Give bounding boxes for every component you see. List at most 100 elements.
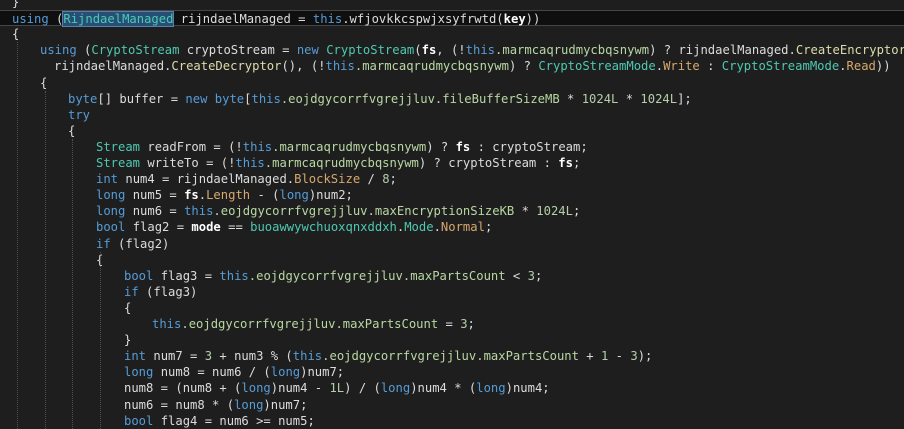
code-token: * bbox=[514, 204, 537, 219]
code-token: if bbox=[96, 236, 111, 251]
code-line[interactable]: int num7 = 3 + num3 % (this.eojdgycorrfv… bbox=[0, 348, 904, 364]
code-token: : cryptoStream; bbox=[470, 139, 588, 154]
code-token: num6 = num8 * ( bbox=[124, 397, 235, 412]
code-line[interactable]: if (flag2) bbox=[0, 236, 904, 252]
code-line[interactable]: bool flag2 = mode == buoawwywchuoxqnxddx… bbox=[0, 219, 904, 235]
indent-guide bbox=[72, 138, 73, 429]
code-line[interactable]: int num4 = rijndaelManaged.BlockSize / 8… bbox=[0, 171, 904, 187]
code-token: Mode bbox=[404, 220, 434, 235]
code-token: ; bbox=[389, 172, 397, 187]
code-token: fs bbox=[184, 188, 199, 203]
code-token: num6 = bbox=[125, 204, 185, 219]
code-token: . bbox=[198, 188, 207, 203]
code-token: Read bbox=[846, 59, 876, 74]
code-token: Write bbox=[663, 59, 700, 74]
code-token: fs bbox=[455, 139, 471, 154]
code-token: 3 bbox=[527, 268, 535, 283]
code-token: Stream bbox=[96, 156, 141, 170]
code-token: fs bbox=[558, 156, 573, 170]
code-token: rijndaelManaged. bbox=[54, 59, 172, 74]
code-line[interactable]: num8 = (num8 + (long)num4 - 1L) / (long)… bbox=[0, 380, 904, 396]
code-token: - ( bbox=[250, 188, 280, 203]
code-token: fs bbox=[421, 43, 437, 58]
code-token: == bbox=[220, 220, 251, 235]
code-token: < bbox=[505, 268, 528, 283]
code-token: long bbox=[380, 381, 411, 396]
code-editor[interactable]: } using (RijndaelManaged rijndaelManaged … bbox=[0, 0, 904, 429]
code-token: = bbox=[438, 317, 461, 331]
code-line[interactable]: Stream readFrom = (!this.marmcaqrudmycbq… bbox=[0, 139, 904, 155]
code-line[interactable]: num6 = num8 * (long)num7; bbox=[0, 397, 904, 413]
code-token: this bbox=[292, 349, 323, 364]
code-token: int bbox=[124, 349, 147, 364]
code-token: { bbox=[124, 300, 132, 315]
code-line[interactable]: this.eojdgycorrfvgrejjluv.maxPartsCount … bbox=[0, 316, 904, 332]
code-token: long bbox=[241, 381, 271, 396]
code-line[interactable]: bool flag4 = num6 >= num5; bbox=[0, 413, 904, 429]
code-line[interactable]: using (CryptoStream cryptoStream = new C… bbox=[0, 42, 904, 58]
code-token: )) bbox=[525, 12, 541, 27]
code-token: long bbox=[270, 365, 301, 380]
code-line[interactable]: } bbox=[0, 0, 904, 10]
code-token: 3 bbox=[630, 349, 638, 364]
code-token: this bbox=[152, 317, 182, 331]
code-token: .marmcaqrudmycbqsnywm bbox=[495, 43, 650, 58]
code-token: { bbox=[68, 123, 76, 138]
code-line[interactable]: { bbox=[0, 26, 904, 42]
code-token: num8 = (num8 + ( bbox=[124, 381, 242, 396]
code-token: )num4 * ( bbox=[410, 381, 477, 396]
code-token: .wfjovkkcspwjxsyfrwtd( bbox=[342, 12, 504, 27]
code-line[interactable]: long num6 = this.eojdgycorrfvgrejjluv.ma… bbox=[0, 203, 904, 219]
code-line[interactable]: { bbox=[0, 252, 904, 268]
code-token: long bbox=[234, 397, 264, 412]
code-token: .marmcaqrudmycbqsnywm bbox=[264, 156, 419, 170]
code-token: bool bbox=[124, 413, 154, 428]
code-line[interactable]: long num5 = fs.Length - (long)num2; bbox=[0, 187, 904, 203]
code-token: if bbox=[124, 284, 139, 299]
code-line[interactable]: { bbox=[0, 75, 904, 91]
code-line[interactable]: Stream writeTo = (!this.marmcaqrudmycbqs… bbox=[0, 155, 904, 171]
code-token: ); bbox=[637, 349, 653, 364]
code-token: using bbox=[40, 43, 85, 58]
code-token: ) ? bbox=[426, 139, 456, 154]
code-token: this bbox=[325, 59, 355, 74]
code-token: flag4 = num6 >= num5; bbox=[153, 413, 315, 428]
code-token: / bbox=[360, 172, 383, 187]
code-token: 1024L bbox=[536, 204, 573, 219]
code-token: * bbox=[618, 91, 641, 106]
code-token: bool bbox=[96, 220, 126, 235]
code-token: CreateEncryptor bbox=[795, 43, 904, 58]
code-token: byte bbox=[214, 91, 245, 106]
code-line[interactable]: } bbox=[0, 332, 904, 348]
code-token: .eojdgycorrfvgrejjluv. bbox=[248, 268, 411, 283]
indent-guide bbox=[17, 42, 18, 429]
code-line[interactable]: try bbox=[0, 107, 904, 123]
code-line[interactable]: rijndaelManaged.CreateDecryptor(), (!thi… bbox=[0, 58, 904, 74]
code-token: this bbox=[184, 204, 214, 219]
code-line[interactable]: using (RijndaelManaged rijndaelManaged =… bbox=[0, 10, 904, 28]
code-line[interactable]: long num8 = num6 / (long)num7; bbox=[0, 364, 904, 380]
code-token: Normal bbox=[440, 220, 485, 235]
code-token: try bbox=[68, 107, 91, 122]
code-token: writeTo = (! bbox=[140, 156, 236, 170]
code-token: ) ? cryptoStream : bbox=[418, 156, 559, 170]
code-line[interactable]: bool flag3 = this.eojdgycorrfvgrejjluv.m… bbox=[0, 268, 904, 284]
code-token: maxPartsCount bbox=[410, 268, 506, 283]
code-line[interactable]: { bbox=[0, 300, 904, 316]
code-token: this bbox=[219, 268, 249, 283]
code-token: * bbox=[559, 91, 582, 106]
code-token: int bbox=[96, 172, 119, 187]
code-token: cryptoStream = bbox=[179, 43, 297, 58]
code-token: .marmcaqrudmycbqsnywm bbox=[272, 139, 427, 154]
code-token: + bbox=[578, 349, 601, 364]
code-token: this bbox=[312, 12, 343, 27]
code-line[interactable]: { bbox=[0, 123, 904, 139]
code-token: Stream bbox=[96, 139, 141, 154]
code-token: { bbox=[40, 75, 48, 90]
code-line[interactable]: byte[] buffer = new byte[this.eojdgycorr… bbox=[0, 91, 904, 107]
code-token: ; bbox=[534, 268, 543, 283]
code-token: } bbox=[12, 0, 20, 9]
code-token: . bbox=[433, 220, 441, 235]
code-line[interactable]: if (flag3) bbox=[0, 284, 904, 300]
code-token: 1L bbox=[329, 381, 345, 396]
